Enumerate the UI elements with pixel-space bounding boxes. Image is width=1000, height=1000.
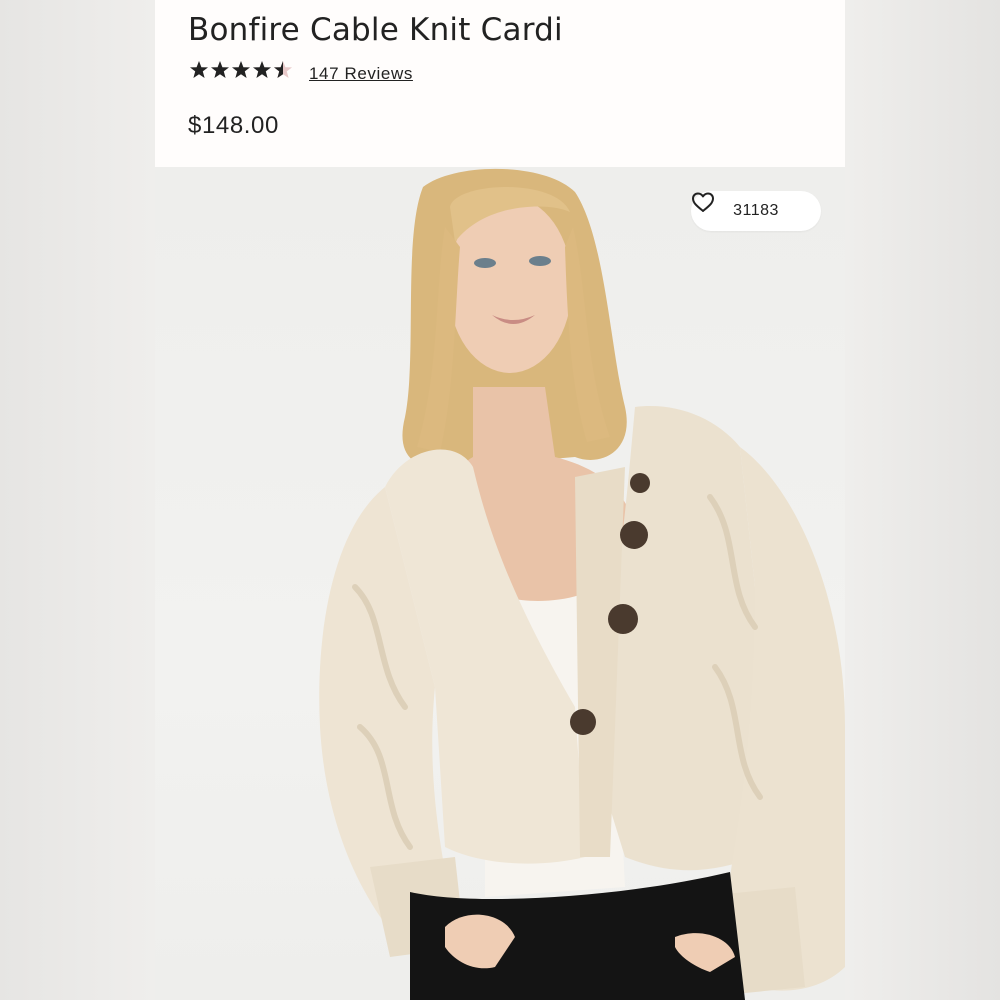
product-title: Bonfire Cable Knit Cardi xyxy=(188,12,563,48)
star-icon xyxy=(190,61,208,78)
star-icon xyxy=(211,61,229,78)
reviews-link[interactable]: 147 Reviews xyxy=(309,64,413,84)
heart-outline-icon xyxy=(692,192,714,212)
right-backdrop xyxy=(845,0,1000,1000)
rating-stars xyxy=(189,60,293,80)
product-header: Bonfire Cable Knit Cardi 147 Reviews $14… xyxy=(155,0,845,167)
product-image[interactable]: 31183 xyxy=(155,167,845,1000)
half-star-icon xyxy=(274,61,292,78)
left-backdrop xyxy=(0,0,155,1000)
star-icon xyxy=(253,61,271,78)
product-card: Bonfire Cable Knit Cardi 147 Reviews $14… xyxy=(155,0,845,1000)
favorites-count: 31183 xyxy=(733,202,779,219)
model-photo-illustration xyxy=(319,168,845,1000)
favorite-button[interactable]: 31183 xyxy=(691,191,821,231)
star-icon xyxy=(232,61,250,78)
product-price: $148.00 xyxy=(188,112,279,139)
